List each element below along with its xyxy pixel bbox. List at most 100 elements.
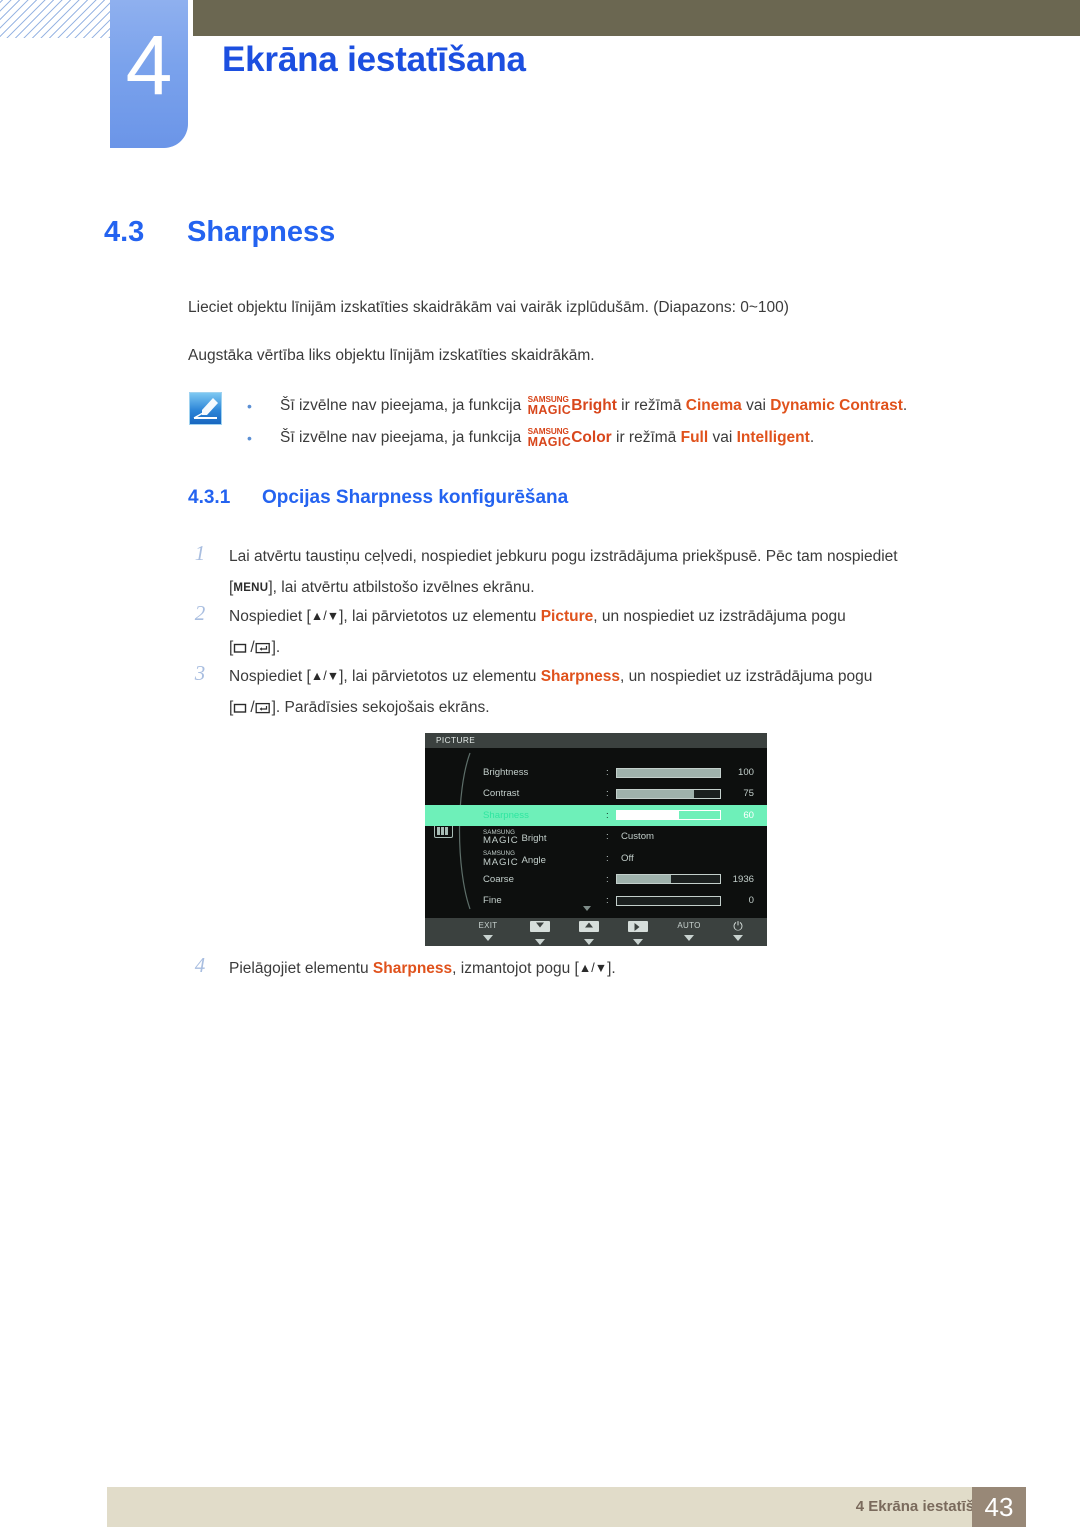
note-end: . — [902, 397, 908, 414]
osd-label: SAMSUNG MAGIC Bright — [483, 826, 547, 849]
samsung-magic-logo: SAMSUNG MAGIC — [483, 829, 518, 846]
step3-line2: ]. Parādīsies sekojošais ekrāns. — [271, 699, 490, 716]
osd-row-fine[interactable]: Fine : 0 — [425, 890, 767, 911]
chapter-number: 4 — [125, 18, 173, 112]
step2-c: , un nospiediet uz izstrādājuma pogu — [593, 608, 846, 625]
osd-footer-bar: EXIT AUTO ⏻ — [425, 918, 767, 946]
osd-label: Fine — [483, 895, 502, 907]
note-middle: ir režīmā — [616, 397, 686, 414]
osd-colon: : — [606, 852, 609, 864]
osd-slider[interactable] — [616, 874, 721, 885]
note-item: • Šī izvēlne nav pieejama, ja funkcija SA… — [240, 422, 1030, 454]
enter-key-icon — [255, 694, 272, 714]
step4-highlight: Sharpness — [372, 960, 453, 977]
step-item: 4 Pielāgojiet elementu Sharpness, izmant… — [188, 953, 1018, 984]
subsection-heading: 4.3.1 Opcijas Sharpness konfigurēšana — [188, 487, 568, 509]
updown-arrows-icon: ▲/▼ — [578, 961, 608, 975]
step4-b: , izmantojot pogu [ — [452, 960, 579, 977]
step2-a: Nospiediet [ — [229, 608, 311, 625]
osd-row-coarse[interactable]: Coarse : 1936 — [425, 869, 767, 890]
step2-line2: ]. — [271, 639, 281, 656]
subsection-title: Opcijas Sharpness konfigurēšana — [262, 487, 569, 508]
down-box-icon — [530, 921, 550, 932]
osd-rows: Brightness : 100 Contrast : 75 Sharpness… — [425, 762, 767, 912]
step4-c: ]. — [607, 960, 616, 977]
osd-colon: : — [606, 831, 609, 843]
osd-label: Sharpness — [483, 809, 529, 821]
osd-value: Off — [621, 852, 634, 864]
note-mode-2: Intelligent — [736, 429, 810, 446]
osd-row-contrast[interactable]: Contrast : 75 — [425, 783, 767, 804]
step-item: 2 Nospiediet [▲/▼], lai pārvietotos uz e… — [188, 601, 1018, 663]
source-key-icon — [233, 694, 250, 713]
chapter-title: Ekrāna iestatīšana — [222, 40, 526, 79]
osd-button-exit[interactable]: EXIT — [459, 918, 517, 941]
osd-colon: : — [606, 895, 609, 907]
osd-button-auto[interactable]: AUTO — [663, 918, 715, 941]
footer-band — [107, 1487, 977, 1527]
scroll-down-caret-icon[interactable] — [583, 906, 591, 911]
footer-page-number: 43 — [972, 1487, 1026, 1527]
osd-slider[interactable] — [616, 895, 721, 906]
osd-value: 0 — [748, 895, 754, 907]
osd-title: PICTURE — [425, 733, 767, 748]
menu-key-icon: MENU — [233, 582, 269, 594]
osd-button-label — [566, 918, 612, 938]
osd-slider[interactable] — [616, 767, 721, 778]
updown-arrows-icon: ▲/▼ — [310, 609, 340, 623]
osd-slider[interactable] — [616, 810, 721, 821]
osd-value: 1936 — [732, 873, 754, 885]
source-key-icon — [233, 634, 250, 653]
step1-line2: ], lai atvērtu atbilstošo izvēlnes ekrān… — [268, 579, 535, 596]
note-prefix: Šī izvēlne nav pieejama, ja funkcija — [280, 397, 526, 414]
up-box-icon — [579, 921, 599, 932]
note-mode-2: Dynamic Contrast — [770, 397, 903, 414]
osd-slider[interactable] — [616, 788, 721, 799]
osd-value: 100 — [737, 767, 754, 778]
osd-screenshot: PICTURE Brightness : 100 Contrast : 75 S… — [425, 733, 767, 946]
osd-button-power[interactable]: ⏻ — [716, 918, 760, 941]
step-number: 3 — [194, 661, 206, 685]
note-list: • Šī izvēlne nav pieejama, ja funkcija SA… — [240, 390, 1030, 454]
magic-bottom-text: MAGIC — [483, 856, 519, 868]
step1-line1: Lai atvērtu taustiņu ceļvedi, nospiediet… — [229, 548, 898, 565]
osd-row-magicbright[interactable]: SAMSUNG MAGIC Bright : Custom — [425, 826, 767, 847]
osd-colon: : — [606, 767, 609, 778]
step-number: 4 — [194, 953, 206, 977]
osd-label: SAMSUNG MAGIC Angle — [483, 848, 546, 871]
osd-button-label: EXIT — [478, 921, 498, 930]
bullet-icon: • — [247, 430, 252, 446]
note-pen-icon — [189, 392, 222, 425]
bullet-icon: • — [247, 398, 252, 414]
note-item: • Šī izvēlne nav pieejama, ja funkcija SA… — [240, 390, 1030, 422]
intro-paragraph-1: Lieciet objektu līnijām izskatīties skai… — [188, 299, 789, 316]
osd-colon: : — [606, 809, 609, 821]
magic-suffix: Bright — [571, 397, 617, 414]
step3-b: ], lai pārvietotos uz elementu — [339, 668, 541, 685]
osd-row-sharpness[interactable]: Sharpness : 60 — [425, 804, 767, 827]
osd-label: Coarse — [483, 873, 514, 885]
caret-down-icon — [584, 939, 594, 945]
osd-label: Brightness — [483, 767, 529, 778]
osd-row-magicangle[interactable]: SAMSUNG MAGIC Angle : Off — [425, 848, 767, 869]
osd-button-down[interactable] — [517, 918, 563, 945]
osd-value: 60 — [743, 809, 754, 821]
step-text: Lai atvērtu taustiņu ceļvedi, nospiediet… — [229, 541, 1018, 604]
step2-highlight: Picture — [540, 608, 594, 625]
hatch-decoration — [0, 0, 118, 38]
osd-button-right[interactable] — [615, 918, 661, 945]
caret-down-icon — [535, 939, 545, 945]
osd-button-label: AUTO — [677, 921, 701, 930]
osd-label: Contrast — [483, 788, 520, 800]
magic-bottom-text: MAGIC — [527, 435, 572, 449]
osd-row-brightness[interactable]: Brightness : 100 — [425, 762, 767, 783]
subsection-number: 4.3.1 — [188, 487, 231, 508]
step-number: 1 — [194, 541, 206, 565]
step3-c: , un nospiediet uz izstrādājuma pogu — [619, 668, 873, 685]
step3-a: Nospiediet [ — [229, 668, 311, 685]
enter-key-icon — [255, 634, 272, 654]
osd-button-up[interactable] — [566, 918, 612, 945]
section-heading: 4.3 Sharpness — [104, 216, 335, 249]
chapter-header: 4 Ekrāna iestatīšana — [0, 0, 1080, 155]
note-prefix: Šī izvēlne nav pieejama, ja funkcija — [280, 429, 526, 446]
